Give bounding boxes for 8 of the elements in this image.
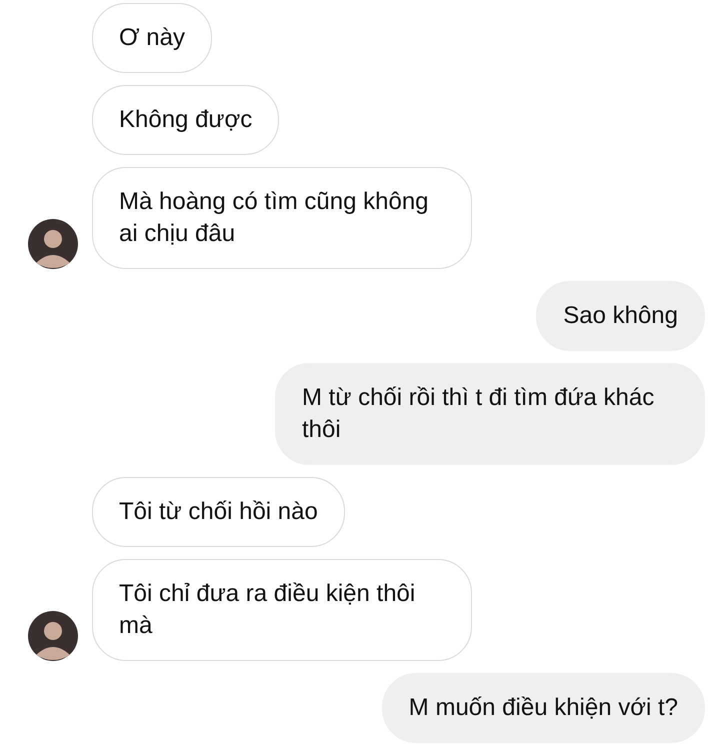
message-bubble: Sao không [536, 281, 705, 351]
message-bubble: Mà hoàng có tìm cũng không ai chịu đâu [92, 167, 472, 269]
message-bubble: M muốn điều khiện với t? [382, 673, 705, 743]
message-bubble: Không được [92, 85, 280, 155]
message-bubble: Ơ này [92, 3, 212, 73]
message-bubble: M từ chối rồi thì t đi tìm đứa khác thôi [275, 363, 705, 465]
message-bubble: Tôi chỉ đưa ra điều kiện thôi mà [92, 559, 472, 661]
message-bubble: Tôi từ chối hồi nào [92, 477, 345, 547]
